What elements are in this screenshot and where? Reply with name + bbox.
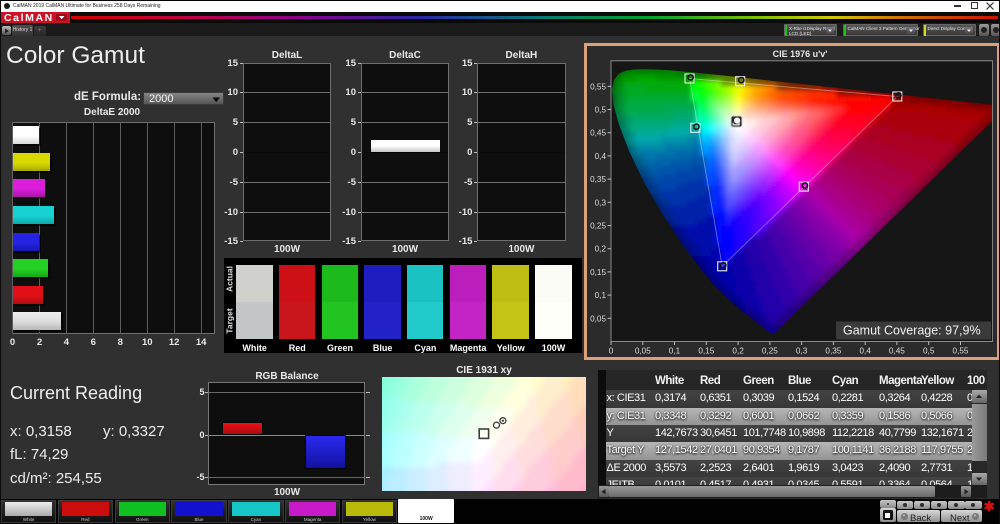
svg-text:0,45: 0,45	[590, 129, 606, 138]
svg-text:0,3: 0,3	[796, 347, 808, 356]
svg-text:0,15: 0,15	[590, 268, 606, 277]
svg-text:0,4: 0,4	[860, 347, 872, 356]
svg-text:0,15: 0,15	[698, 347, 714, 356]
svg-text:0: 0	[609, 347, 614, 356]
svg-text:0,35: 0,35	[825, 347, 841, 356]
svg-text:0,2: 0,2	[732, 347, 744, 356]
svg-text:0,55: 0,55	[590, 82, 606, 91]
svg-text:0,35: 0,35	[590, 175, 606, 184]
svg-text:0,25: 0,25	[590, 222, 606, 231]
svg-text:0,5: 0,5	[923, 347, 935, 356]
svg-text:0,1: 0,1	[669, 347, 681, 356]
svg-text:0,5: 0,5	[595, 106, 607, 115]
svg-text:0,3: 0,3	[595, 198, 607, 207]
svg-text:0,4: 0,4	[595, 152, 607, 161]
svg-text:0,55: 0,55	[953, 347, 969, 356]
svg-text:0,1: 0,1	[595, 291, 607, 300]
svg-text:0,45: 0,45	[889, 347, 905, 356]
svg-text:0,2: 0,2	[595, 245, 607, 254]
svg-text:0,05: 0,05	[590, 314, 606, 323]
svg-text:Gamut Coverage: 97,9%: Gamut Coverage: 97,9%	[843, 324, 981, 338]
svg-text:0,05: 0,05	[635, 347, 651, 356]
svg-text:0,25: 0,25	[762, 347, 778, 356]
